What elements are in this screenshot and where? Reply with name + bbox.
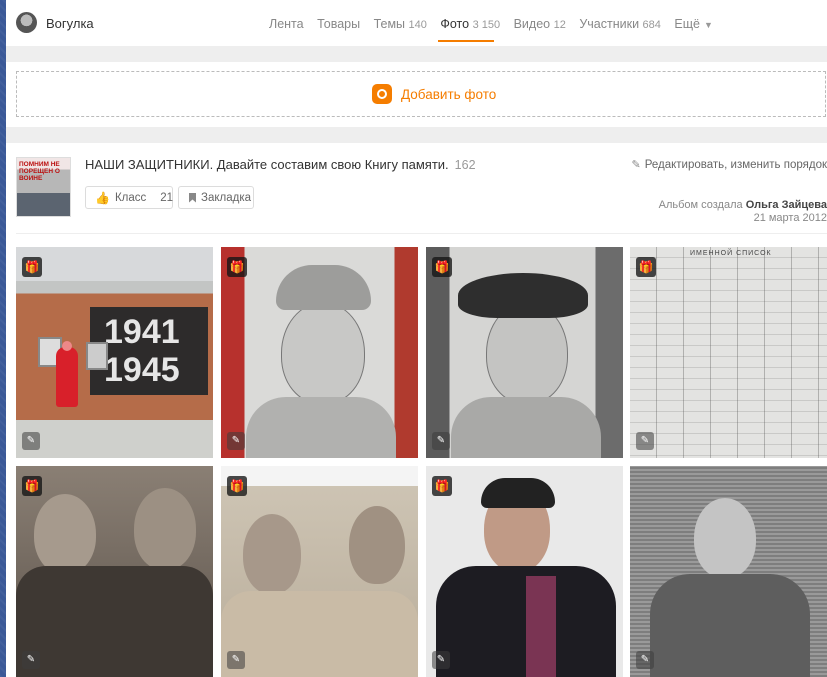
gift-icon[interactable]: 🎁 xyxy=(636,257,656,277)
like-button[interactable]: 👍 Класс 21 xyxy=(85,186,173,209)
section-divider xyxy=(6,46,827,62)
portrait-face xyxy=(281,302,365,404)
child-figure xyxy=(56,347,78,407)
edit-album-link[interactable]: ✎ Редактировать, изменить порядок xyxy=(631,158,827,171)
pencil-icon[interactable]: ✎ xyxy=(227,432,245,450)
group-name-link[interactable]: Вогулка xyxy=(46,16,94,31)
gift-icon[interactable]: 🎁 xyxy=(227,476,247,496)
portrait-face xyxy=(243,514,301,594)
nav-tab-more[interactable]: Ещё ▼ xyxy=(674,17,713,31)
album-creator-info: Альбом создала Ольга Зайцева 21 марта 20… xyxy=(658,199,827,224)
album-created-date: 21 марта 2012 xyxy=(753,212,827,224)
album-title: НАШИ ЗАЩИТНИКИ. Давайте составим свою Кн… xyxy=(85,157,476,172)
nav-tab-topics[interactable]: Темы 140 xyxy=(374,17,427,31)
album-photo-count: 162 xyxy=(454,158,476,172)
pencil-icon[interactable]: ✎ xyxy=(227,651,245,669)
pencil-icon[interactable]: ✎ xyxy=(22,651,40,669)
photo-tile[interactable]: 🎁 ✎ xyxy=(426,247,623,458)
portrait-face xyxy=(134,488,196,570)
add-photo-dropzone[interactable]: Добавить фото xyxy=(16,71,826,117)
active-tab-underline xyxy=(438,40,494,42)
like-count: 21 xyxy=(160,191,174,204)
gift-icon[interactable]: 🎁 xyxy=(22,257,42,277)
section-divider xyxy=(6,127,827,143)
portrait-cap xyxy=(458,273,588,318)
header-divider xyxy=(16,233,827,234)
photo-tile[interactable]: 🎁 ✎ xyxy=(221,466,418,677)
pencil-icon[interactable]: ✎ xyxy=(432,651,450,669)
page: Вогулка Лента Товары Темы 140 Фото 3 150… xyxy=(6,0,827,677)
pencil-icon[interactable]: ✎ xyxy=(22,432,40,450)
photo-tile[interactable]: ИМЕННОЙ СПИСОК 🎁 ✎ xyxy=(630,247,827,458)
portrait-face xyxy=(694,498,756,578)
bookmark-button[interactable]: Закладка xyxy=(178,186,254,209)
thumbs-up-icon: 👍 xyxy=(95,190,110,205)
photo-tile[interactable]: ✎ xyxy=(630,466,827,677)
gift-icon[interactable]: 🎁 xyxy=(432,476,452,496)
pencil-icon[interactable]: ✎ xyxy=(636,432,654,450)
document-title: ИМЕННОЙ СПИСОК xyxy=(690,250,772,257)
portrait-hair xyxy=(481,478,555,508)
pencil-icon: ✎ xyxy=(631,159,641,171)
nav-tab-feed[interactable]: Лента xyxy=(269,17,304,31)
caret-down-icon: ▼ xyxy=(703,20,713,30)
photo-tile[interactable]: 1941 1945 🎁 ✎ xyxy=(16,247,213,458)
nav-tab-members[interactable]: Участники 684 xyxy=(579,17,661,31)
group-nav: Лента Товары Темы 140 Фото 3 150 Видео 1… xyxy=(269,17,723,31)
bookmark-icon xyxy=(189,192,196,203)
nav-tab-video[interactable]: Видео 12 xyxy=(514,17,566,31)
album-creator-link[interactable]: Ольга Зайцева xyxy=(746,199,827,211)
photo-tile[interactable]: 🎁 ✎ xyxy=(426,466,623,677)
gift-icon[interactable]: 🎁 xyxy=(22,476,42,496)
nav-tab-photos[interactable]: Фото 3 150 xyxy=(440,17,500,31)
pencil-icon[interactable]: ✎ xyxy=(432,432,450,450)
group-topbar: Вогулка Лента Товары Темы 140 Фото 3 150… xyxy=(6,0,827,46)
add-photo-button[interactable]: Добавить фото xyxy=(372,84,496,104)
gift-icon[interactable]: 🎁 xyxy=(227,257,247,277)
photo-tile[interactable]: 🎁 ✎ xyxy=(221,247,418,458)
portrait-face xyxy=(349,506,405,584)
album-cover[interactable]: ПОМНИМ НЕ ПОРЕЩЕН О ВОИНЕ xyxy=(16,157,71,217)
portrait-face xyxy=(34,494,96,574)
pencil-icon[interactable]: ✎ xyxy=(636,651,654,669)
group-avatar[interactable] xyxy=(16,12,37,33)
photo-tile[interactable]: 🎁 ✎ xyxy=(16,466,213,677)
gift-icon[interactable]: 🎁 xyxy=(432,257,452,277)
portrait-cap xyxy=(276,265,371,310)
camera-icon xyxy=(372,84,392,104)
add-photo-label: Добавить фото xyxy=(401,86,497,102)
album-cover-text: ПОМНИМ НЕ ПОРЕЩЕН О ВОИНЕ xyxy=(19,161,60,182)
nav-tab-products[interactable]: Товары xyxy=(317,17,360,31)
